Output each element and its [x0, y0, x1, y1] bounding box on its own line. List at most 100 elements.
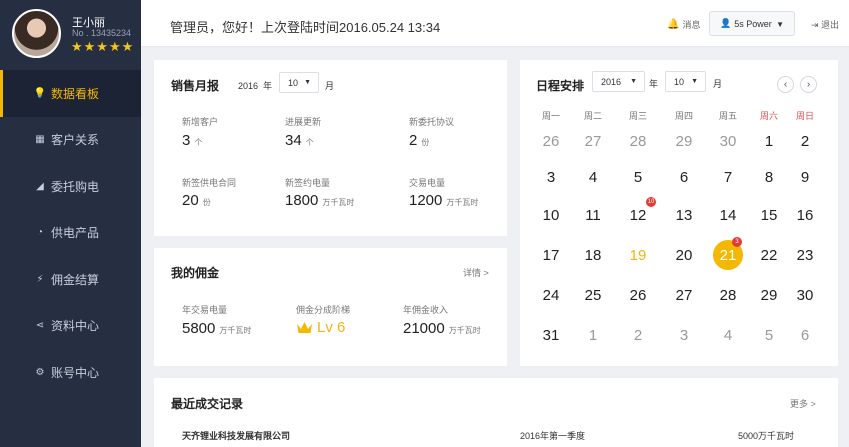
calendar-day[interactable]: 5 [749, 327, 789, 344]
avatar[interactable] [12, 9, 61, 58]
sidebar-item-label: 客户关系 [51, 133, 100, 148]
sidebar-item-label: 资料中心 [51, 319, 100, 334]
calendar-day[interactable]: 28 [618, 133, 658, 150]
calendar-day[interactable]: 4 [573, 169, 613, 186]
calendar-day[interactable]: 16 [785, 207, 825, 224]
tier-level: Lv 6 [296, 319, 345, 336]
sidebar-item-purchase[interactable]: ◢ 委托购电 [0, 163, 141, 210]
calendar-day[interactable]: 17 [531, 247, 571, 264]
sidebar-item-products[interactable]: ◔ 供电产品 [0, 210, 141, 257]
event-count-badge: 3 [732, 237, 742, 247]
logout-link[interactable]: ⇥ 退出 [811, 18, 839, 31]
stat-value: 2份 [409, 132, 430, 149]
lightbulb-icon: 💡 [33, 87, 47, 99]
calendar-day[interactable]: 3 [664, 327, 704, 344]
calendar-day[interactable]: 2 [618, 327, 658, 344]
sidebar-item-label: 佣金结算 [51, 272, 100, 287]
calendar-day[interactable]: 23 [785, 247, 825, 264]
tier-label: 佣金分成阶梯 [296, 305, 351, 315]
calendar-day[interactable]: 7 [708, 169, 748, 186]
transactions-title: 最近成交记录 [171, 397, 244, 411]
sales-year: 2016 年 [238, 81, 273, 91]
prev-month-button[interactable]: ‹ [777, 76, 794, 93]
next-month-button[interactable]: › [800, 76, 817, 93]
weekday-header: 周三 [628, 111, 647, 121]
crown-icon [297, 321, 312, 333]
messages-link[interactable]: 🔔 消息 [667, 18, 700, 31]
calendar-day[interactable]: 9 [785, 169, 825, 186]
calendar-day[interactable]: 18 [573, 247, 613, 264]
sidebar-item-dashboard[interactable]: 💡 数据看板 [0, 70, 141, 117]
stat-value: 1200 万千瓦时 [409, 192, 479, 209]
event-count-badge: 10 [646, 197, 656, 207]
greeting-text: 管理员，您好！上次登陆时间2016.05.24 13:34 [170, 20, 441, 35]
topbar: 管理员，您好！上次登陆时间2016.05.24 13:34 🔔 消息 👤 5s … [141, 0, 849, 47]
calendar-day[interactable]: 10 [531, 207, 571, 224]
calendar-day[interactable]: 30 [785, 287, 825, 304]
calendar-day[interactable]: 11 [573, 207, 613, 224]
sidebar-item-account[interactable]: ⚙ 账号中心 [0, 349, 141, 396]
sidebar-item-label: 数据看板 [51, 86, 100, 101]
calendar-day[interactable]: 1 [749, 133, 789, 150]
calendar-day[interactable]: 8 [749, 169, 789, 186]
weekday-header: 周日 [795, 111, 814, 121]
sidebar-item-documents[interactable]: ⋖ 资料中心 [0, 303, 141, 350]
calendar-day[interactable]: 6 [785, 327, 825, 344]
calendar-day[interactable]: 19 [618, 247, 658, 264]
user-number: No . 13435234 [72, 28, 132, 38]
sales-month-value: 10 [288, 77, 299, 88]
calendar-day[interactable]: 6 [664, 169, 704, 186]
calendar-day[interactable]: 3 [531, 169, 571, 186]
calendar-day[interactable]: 30 [708, 133, 748, 150]
calendar-day[interactable]: 20 [664, 247, 704, 264]
calendar-day[interactable]: 5 [618, 169, 658, 186]
calendar-day[interactable]: 26 [531, 133, 571, 150]
calendar-day[interactable]: 2 [785, 133, 825, 150]
calendar-year-select[interactable]: 2016 ▼ [592, 71, 645, 92]
calendar-month-select[interactable]: 10 ▼ [665, 71, 706, 92]
pie-icon: ◔ [36, 227, 44, 239]
calendar-day[interactable]: 4 [708, 327, 748, 344]
calendar-day[interactable]: 15 [749, 207, 789, 224]
user-icon: 👤 [720, 18, 732, 28]
calendar-day[interactable]: 24 [531, 287, 571, 304]
rating-stars: ★★★★★ [71, 39, 135, 54]
calendar-month-value: 10 [674, 76, 685, 87]
stat-value: 1800 万千瓦时 [285, 192, 355, 209]
calendar-day[interactable]: 27 [573, 133, 613, 150]
sidebar-item-customers[interactable]: ▦ 客户关系 [0, 117, 141, 164]
calendar-day[interactable]: 1 [573, 327, 613, 344]
user-dropdown-label: 5s Power [734, 18, 772, 29]
stat-value: 20 份 [182, 192, 211, 209]
calendar-day[interactable]: 13 [664, 207, 704, 224]
calendar-day[interactable]: 25 [573, 287, 613, 304]
annual-volume-value: 5800 万千瓦时 [182, 320, 252, 337]
bell-icon: 🔔 [667, 19, 680, 30]
calendar-day[interactable]: 29 [664, 133, 704, 150]
calendar-year-suffix: 年 [649, 79, 659, 89]
stat-label: 交易电量 [409, 178, 446, 188]
commission-detail-link[interactable]: 详情 > [463, 266, 489, 279]
calendar-day[interactable]: 27 [664, 287, 704, 304]
calendar-day[interactable]: 12 [618, 207, 658, 224]
stat-label: 新签供电合同 [182, 178, 237, 188]
income-label: 年佣金收入 [403, 305, 449, 315]
sidebar-item-commission[interactable]: ⚡ 佣金结算 [0, 256, 141, 303]
calendar-day[interactable]: 28 [708, 287, 748, 304]
calendar-day[interactable]: 26 [618, 287, 658, 304]
gear-icon: ⚙ [35, 366, 45, 378]
calendar-day[interactable]: 14 [708, 207, 748, 224]
calendar-day[interactable]: 22 [749, 247, 789, 264]
sales-month-select[interactable]: 10 ▼ [279, 72, 319, 93]
stat-label: 新增客户 [182, 117, 219, 127]
commission-card: 我的佣金 详情 > 年交易电量 5800 万千瓦时 佣金分成阶梯 年佣金收入 21… [154, 248, 507, 366]
chart-icon: ◢ [36, 180, 44, 192]
tier-level-value: Lv 6 [317, 319, 346, 336]
user-dropdown[interactable]: 👤 5s Power ▼ [709, 11, 795, 36]
transactions-more-link[interactable]: 更多 > [790, 397, 816, 410]
calendar-day[interactable]: 31 [531, 327, 571, 344]
chevron-left-icon: ‹ [783, 79, 788, 90]
weekday-header: 周一 [541, 111, 560, 121]
calendar-year-value: 2016 [601, 76, 622, 87]
calendar-day[interactable]: 29 [749, 287, 789, 304]
